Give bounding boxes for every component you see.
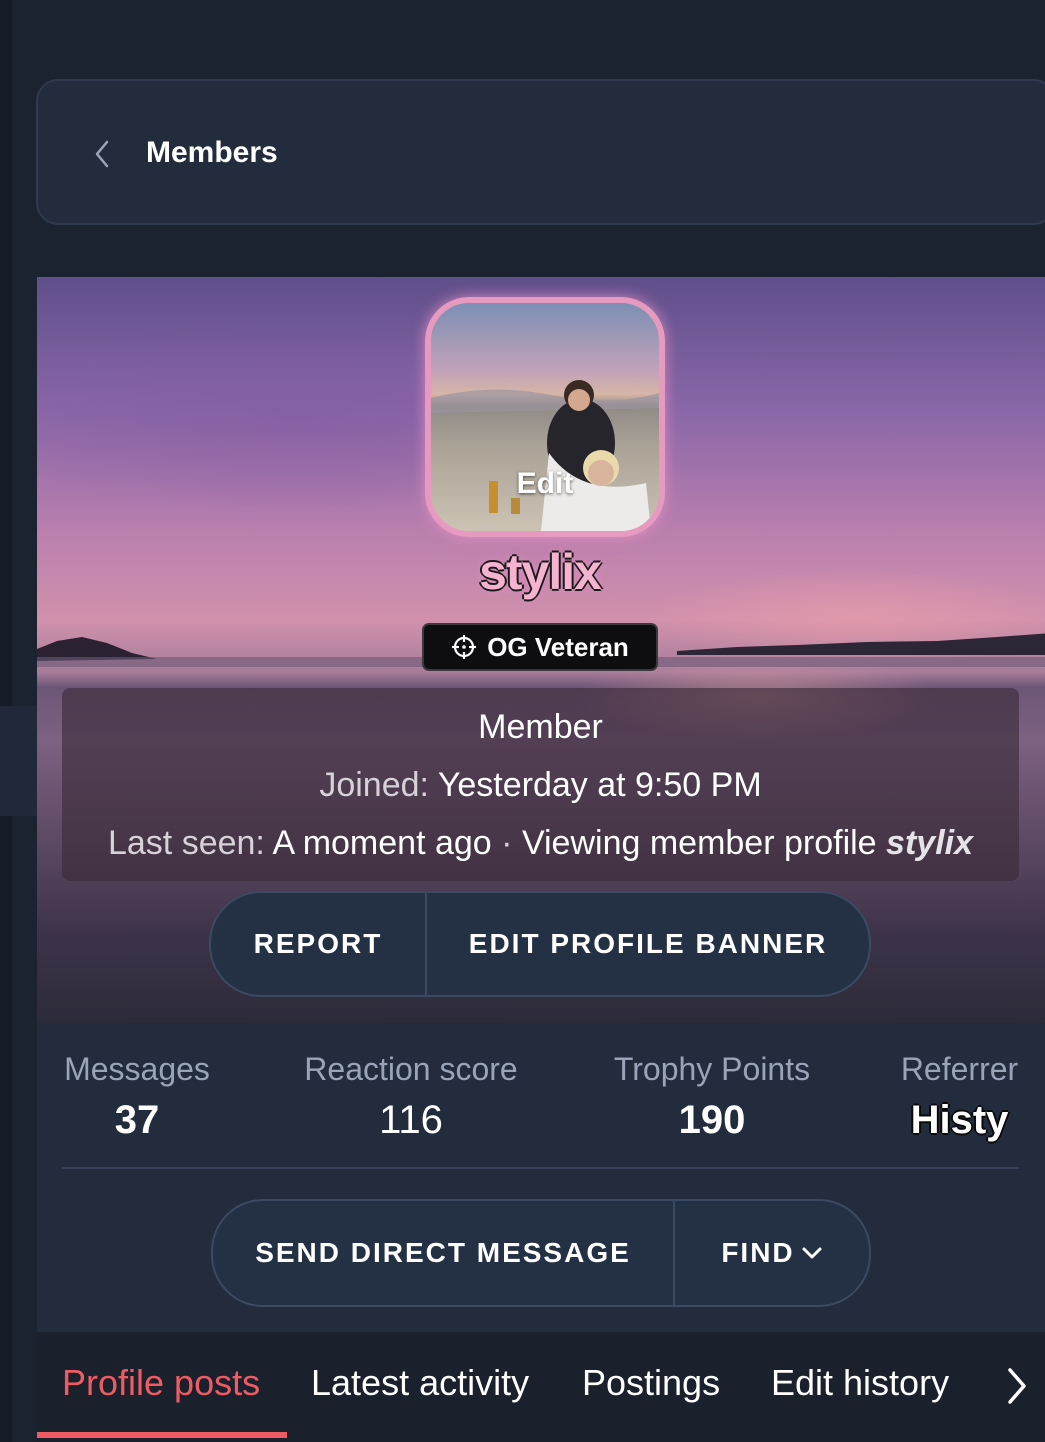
stat-trophy-points[interactable]: Trophy Points 190 (610, 1051, 814, 1143)
tab-profile-posts[interactable]: Profile posts (62, 1362, 260, 1404)
activity-text: Viewing member profile (521, 824, 877, 862)
active-tab-indicator (37, 1432, 287, 1438)
last-seen-label: Last seen: (107, 824, 265, 862)
joined-line: Joined: Yesterday at 9:50 PM (62, 766, 1019, 805)
member-role: Member (478, 708, 603, 746)
stat-label: Messages (64, 1051, 210, 1087)
last-seen-line: Last seen: A moment ago · Viewing member… (62, 824, 1019, 863)
avatar-edit-label[interactable]: Edit (431, 467, 659, 501)
stat-label: Referrer (900, 1051, 1019, 1087)
joined-value[interactable]: Yesterday at 9:50 PM (438, 766, 762, 804)
report-button[interactable]: REPORT (211, 893, 425, 995)
profile-actions-top: REPORT EDIT PROFILE BANNER (209, 891, 871, 997)
breadcrumb-link-members[interactable]: Members (146, 136, 278, 170)
stat-value: 116 (379, 1098, 443, 1142)
tab-latest-activity[interactable]: Latest activity (311, 1362, 529, 1404)
last-seen-value: A moment ago (272, 824, 492, 862)
avatar[interactable]: Edit (425, 297, 665, 537)
edit-profile-banner-button[interactable]: EDIT PROFILE BANNER (427, 893, 869, 995)
chevron-down-icon (802, 1247, 822, 1259)
breadcrumb[interactable]: Members (36, 79, 1045, 225)
profile-tabs: Profile posts Latest activity Postings E… (37, 1332, 1045, 1442)
crosshair-icon (452, 635, 477, 659)
find-label: FIND (721, 1237, 795, 1268)
profile-actions-bottom: SEND DIRECT MESSAGE FIND (211, 1199, 871, 1307)
chevron-right-icon[interactable] (1005, 1366, 1029, 1406)
separator: · (501, 824, 513, 862)
member-info-box: Member Joined: Yesterday at 9:50 PM Last… (62, 688, 1019, 881)
stat-value[interactable]: 190 (610, 1098, 814, 1143)
activity-profile-link[interactable]: stylix (886, 824, 973, 862)
find-dropdown-button[interactable]: FIND (675, 1201, 869, 1305)
stat-label: Trophy Points (613, 1051, 811, 1087)
user-title-badge: OG Veteran (422, 623, 658, 671)
profile-card: Edit stylix OG Veteran Member Joined: Ye… (37, 277, 1045, 1442)
joined-label: Joined: (319, 766, 429, 804)
referrer-link[interactable]: Histy (900, 1098, 1019, 1143)
stat-messages[interactable]: Messages 37 (62, 1051, 212, 1143)
badge-label: OG Veteran (487, 631, 629, 662)
send-direct-message-button[interactable]: SEND DIRECT MESSAGE (213, 1201, 673, 1305)
stat-reaction-score: Reaction score 116 (300, 1051, 522, 1143)
stat-value[interactable]: 37 (62, 1098, 212, 1143)
chevron-left-icon[interactable] (94, 139, 110, 169)
profile-banner: Edit stylix OG Veteran Member Joined: Ye… (37, 277, 1045, 1023)
tab-edit-history[interactable]: Edit history (771, 1362, 949, 1404)
stat-referrer[interactable]: Referrer Histy (900, 1051, 1019, 1143)
username: stylix (479, 544, 602, 600)
tab-postings[interactable]: Postings (582, 1362, 720, 1404)
stat-label: Reaction score (304, 1051, 518, 1087)
member-stats: Messages 37 Reaction score 116 Trophy Po… (62, 1029, 1019, 1169)
